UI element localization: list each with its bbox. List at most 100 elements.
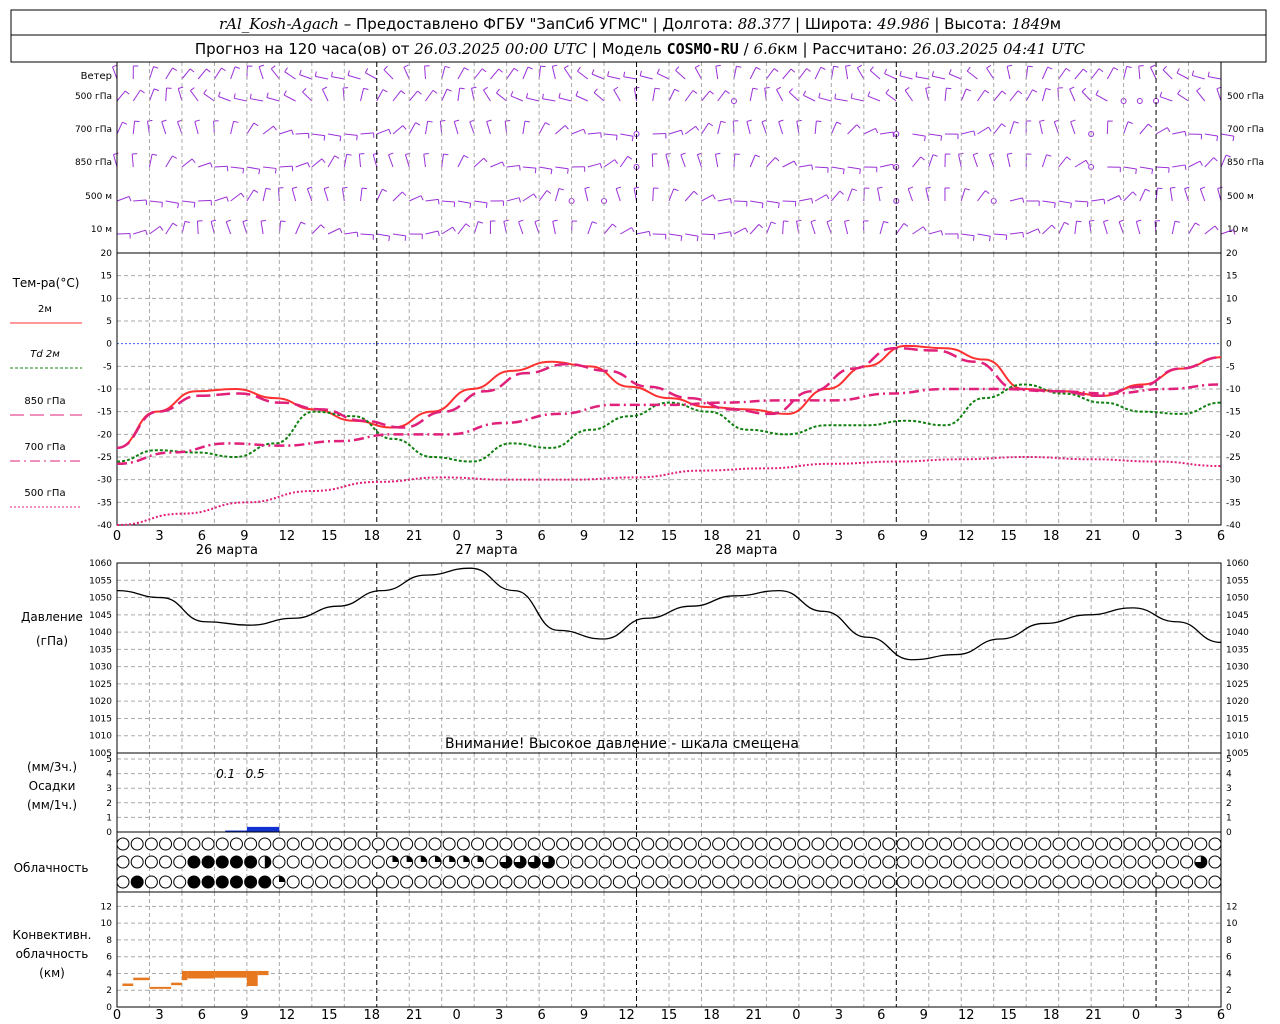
hour-tick-label: 15 <box>661 529 678 544</box>
conv-ytick-right: 6 <box>1226 953 1232 963</box>
cloud-symbol <box>825 855 839 869</box>
wind-barb <box>1025 89 1034 102</box>
wind-barb <box>295 132 309 135</box>
wind-barb-feather <box>1199 160 1203 166</box>
wind-barb <box>344 133 358 136</box>
wind-barb-feather <box>1066 156 1071 161</box>
cloud-symbol <box>910 837 924 851</box>
wind-barb-feather <box>1176 68 1180 74</box>
wind-barb <box>327 155 336 168</box>
wind-barb-feather <box>546 190 552 194</box>
wind-barb-feather <box>946 87 952 90</box>
wind-barb-feather <box>708 122 714 127</box>
wind-barb <box>1053 121 1060 135</box>
cloud-symbol <box>527 837 541 851</box>
wind-barb-feather <box>694 64 700 69</box>
cloud-symbol <box>1038 855 1052 869</box>
wind-barb <box>593 92 605 102</box>
wind-barb <box>230 66 236 80</box>
wind-barb-feather <box>1051 224 1056 230</box>
wind-barb <box>246 122 255 135</box>
wind-barb <box>571 128 584 135</box>
hour-tick-label: 0 <box>113 529 121 544</box>
wind-barb <box>506 165 520 168</box>
conv-ytick-left: 8 <box>106 936 112 946</box>
precip-ytick-right: 4 <box>1226 770 1232 780</box>
wind-barb <box>262 125 274 135</box>
wind-barb-feather <box>631 136 634 142</box>
wind-barb <box>657 72 670 80</box>
pressure-ytick-left: 1040 <box>89 628 112 638</box>
hour-tick-label-bottom: 18 <box>363 1008 380 1023</box>
cloud-symbol <box>1180 837 1194 851</box>
wind-barb-feather <box>875 128 879 134</box>
cloud-symbol <box>839 855 853 869</box>
cloud-symbol <box>1052 855 1066 869</box>
wind-barb-feather <box>884 68 888 74</box>
cloud-symbol <box>513 837 527 851</box>
wind-level-label-left: 10 м <box>91 225 112 235</box>
wind-barb <box>214 165 228 168</box>
temp-ytick-left: 20 <box>101 249 113 259</box>
cloud-symbol <box>1208 875 1222 889</box>
wind-barb <box>749 224 760 235</box>
wind-barb <box>986 67 995 80</box>
wind-barb <box>302 91 313 102</box>
wind-barb <box>392 233 406 237</box>
temp-ytick-right: -25 <box>1226 453 1241 463</box>
conv-ytick-left: 0 <box>106 1003 112 1013</box>
wind-barb <box>749 154 756 168</box>
precip-frame <box>116 752 1222 833</box>
wind-barb-feather <box>627 155 633 160</box>
wind-barb-feather <box>258 169 261 175</box>
wind-barb <box>360 88 365 102</box>
cloud-symbol <box>1208 837 1222 851</box>
cloud-symbol <box>740 875 754 889</box>
wind-barb-feather <box>356 135 358 141</box>
wind-barb <box>1177 93 1189 102</box>
hour-tick-label: 3 <box>155 529 163 544</box>
wind-barb <box>912 156 922 168</box>
cloud-symbol <box>286 875 300 889</box>
wind-barb-feather <box>988 236 991 242</box>
cloud-symbol <box>669 855 683 869</box>
wind-barb <box>331 76 345 80</box>
wind-barb-feather <box>417 90 422 95</box>
wind-barb-feather <box>1076 220 1082 223</box>
wind-barb <box>949 73 962 80</box>
wind-barb <box>615 188 621 202</box>
wind-barb <box>960 188 966 202</box>
cloud-symbol <box>1024 837 1038 851</box>
wind-barb-feather <box>151 153 158 156</box>
wind-barb-feather <box>1081 87 1087 92</box>
cloud-symbol <box>981 837 995 851</box>
cloud-symbol <box>584 837 598 851</box>
wind-barb-feather <box>771 221 777 225</box>
hour-tick-label: 6 <box>877 529 885 544</box>
cloud-symbol <box>910 855 924 869</box>
wind-barb <box>469 121 475 135</box>
wind-barb-feather <box>501 161 505 167</box>
wind-barb-feather <box>459 87 465 90</box>
wind-barb-feather <box>940 135 943 141</box>
wind-barb <box>856 67 865 80</box>
temp-ytick-left: -5 <box>103 362 112 372</box>
wind-barb <box>161 121 167 135</box>
cloud-symbol <box>144 855 158 869</box>
cloud-symbol <box>1024 855 1038 869</box>
wind-barb-feather <box>615 186 622 190</box>
wind-barb <box>869 70 881 80</box>
wind-barb-feather <box>761 202 764 209</box>
wind-barb <box>360 188 363 202</box>
precip-ytick-left: 5 <box>106 755 112 765</box>
cloud-symbol <box>400 837 414 851</box>
wind-barb-feather <box>323 135 326 141</box>
cloud-symbol <box>882 855 896 869</box>
wind-barb-feather <box>440 120 446 122</box>
wind-barb-feather <box>1217 186 1223 189</box>
wind-barb <box>551 66 556 80</box>
wind-barb-feather <box>314 71 317 77</box>
cloud-symbol <box>1095 855 1109 869</box>
wind-barb-feather <box>477 221 484 224</box>
wind-barb <box>197 68 207 80</box>
